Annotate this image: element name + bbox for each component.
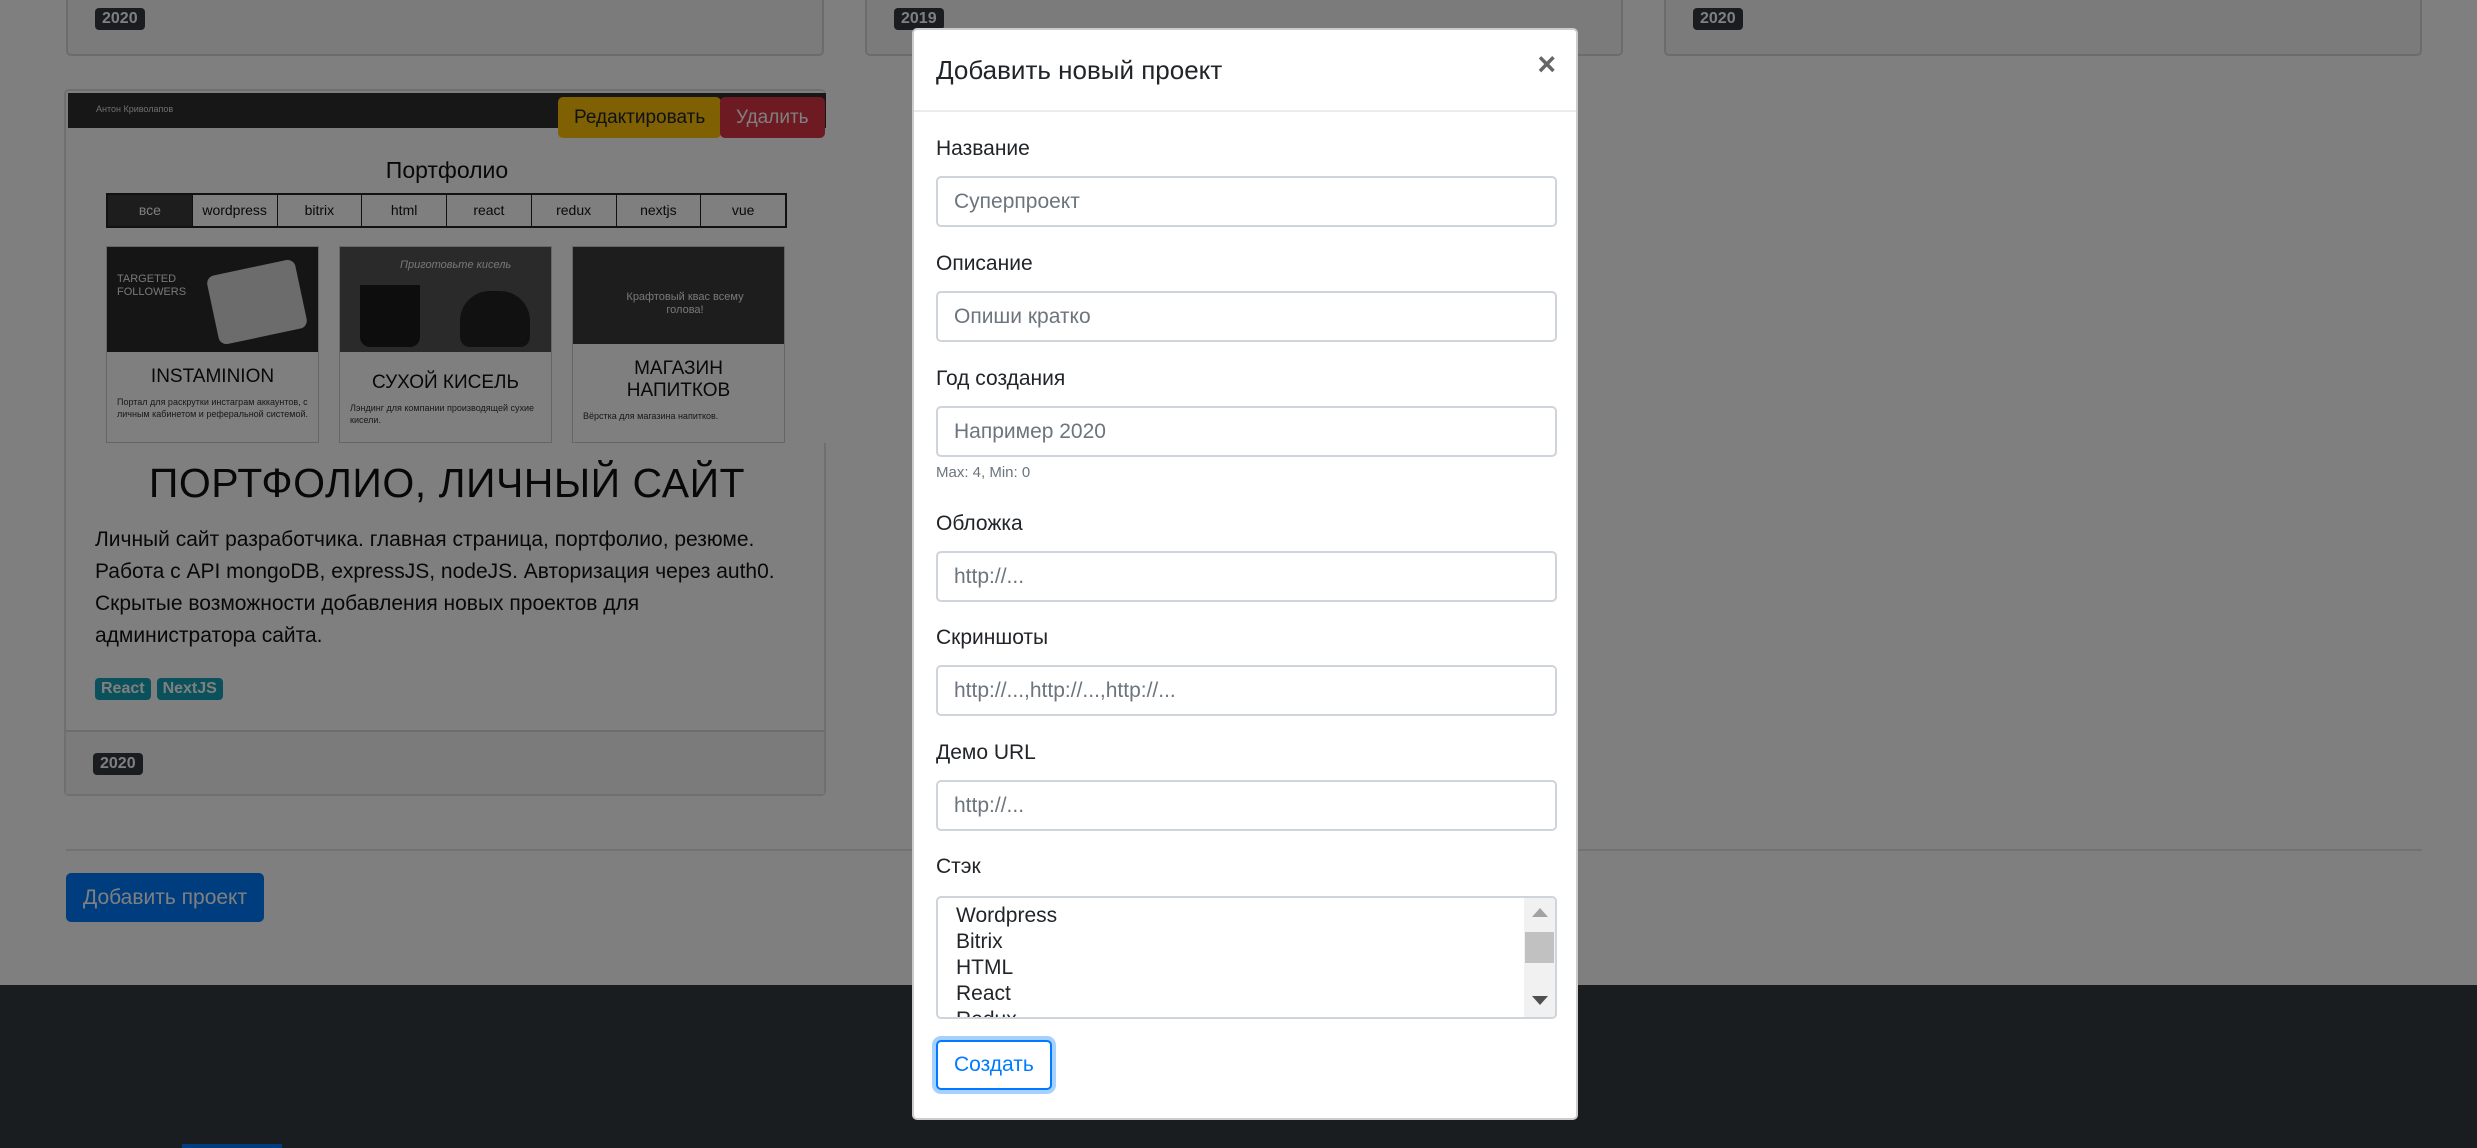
stack-option[interactable]: React: [956, 981, 1011, 1007]
screenshots-input[interactable]: [936, 665, 1557, 716]
description-label: Описание: [936, 252, 1033, 275]
close-icon[interactable]: ×: [1537, 48, 1556, 80]
stack-option[interactable]: Bitrix: [956, 929, 1003, 955]
demo-url-label: Демо URL: [936, 741, 1036, 764]
stack-scrollbar[interactable]: [1524, 898, 1555, 1017]
modal-header: Добавить новый проект ×: [914, 30, 1576, 112]
stack-option[interactable]: HTML: [956, 955, 1013, 981]
scroll-down-icon[interactable]: [1532, 996, 1548, 1005]
add-project-modal: Добавить новый проект × Название Описани…: [912, 28, 1578, 1120]
scrollbar-thumb[interactable]: [1525, 932, 1554, 963]
name-input[interactable]: [936, 176, 1557, 227]
description-input[interactable]: [936, 291, 1557, 342]
demo-url-input[interactable]: [936, 780, 1557, 831]
stack-option[interactable]: Wordpress: [956, 903, 1057, 929]
name-label: Название: [936, 137, 1030, 160]
cover-label: Обложка: [936, 512, 1023, 535]
year-help-text: Max: 4, Min: 0: [936, 464, 1031, 481]
screenshots-label: Скриншоты: [936, 626, 1049, 649]
modal-title: Добавить новый проект: [936, 55, 1223, 85]
stack-multiselect[interactable]: Wordpress Bitrix HTML React Redux: [936, 896, 1557, 1019]
create-button[interactable]: Создать: [936, 1040, 1052, 1090]
stack-label: Стэк: [936, 855, 981, 878]
year-input[interactable]: [936, 406, 1557, 457]
year-label: Год создания: [936, 367, 1066, 390]
stack-option[interactable]: Redux: [956, 1007, 1017, 1017]
cover-url-input[interactable]: [936, 551, 1557, 602]
scroll-up-icon[interactable]: [1532, 908, 1548, 917]
